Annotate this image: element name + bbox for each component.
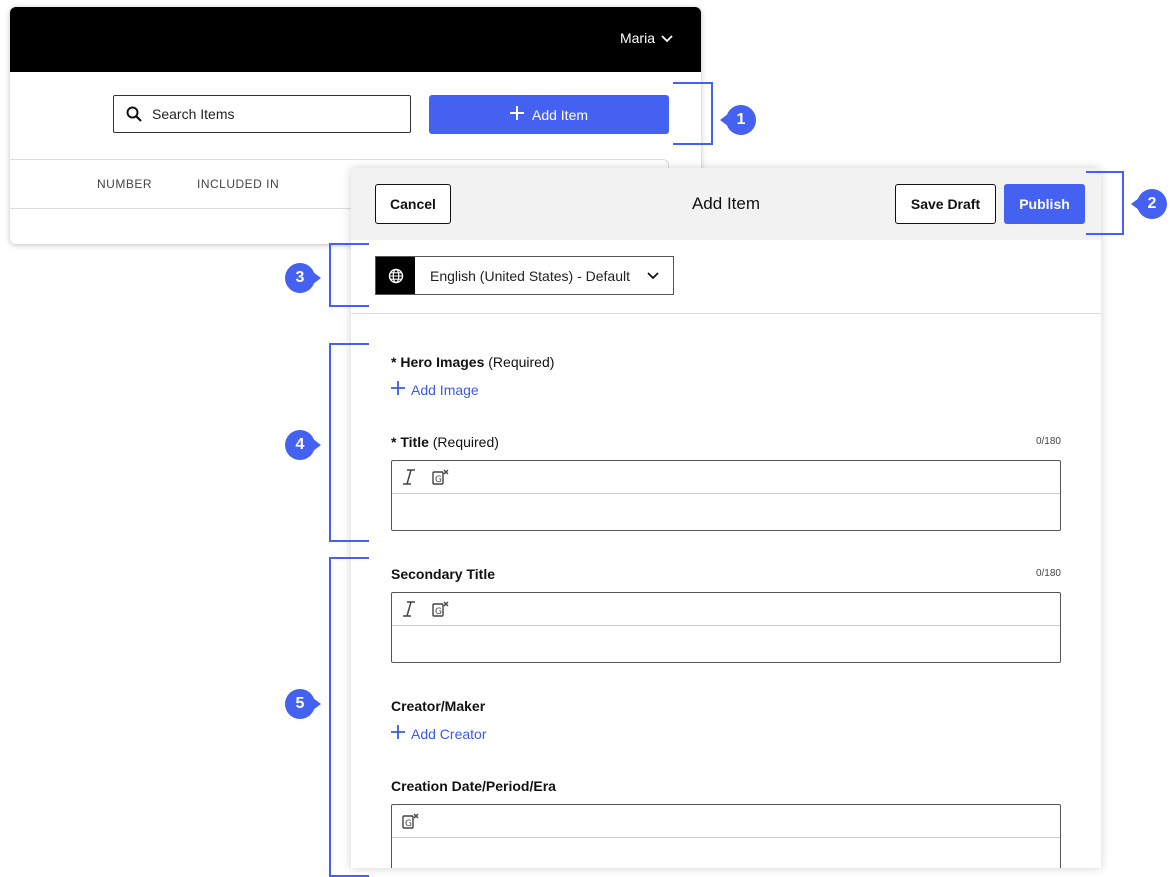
secondary-title-editor[interactable]: G (391, 592, 1061, 663)
search-placeholder: Search Items (152, 106, 235, 122)
chevron-down-icon (647, 271, 659, 280)
italic-icon[interactable] (402, 469, 416, 485)
globe-icon (376, 257, 415, 294)
editor-toolbar: G (392, 593, 1060, 626)
secondary-title-char-counter: 0/180 (1035, 568, 1061, 579)
add-item-button[interactable]: Add Item (429, 95, 669, 134)
title-char-counter: 0/180 (1035, 436, 1061, 447)
publish-button[interactable]: Publish (1004, 184, 1085, 224)
column-included-in[interactable]: INCLUDED IN (197, 177, 279, 191)
save-draft-button[interactable]: Save Draft (895, 184, 996, 224)
search-input[interactable]: Search Items (113, 95, 411, 133)
required-note: (Required) (488, 354, 555, 370)
title-label: * Title (Required) (391, 434, 499, 450)
clear-format-icon[interactable]: G (402, 813, 420, 829)
callout-badge-2: 2 (1131, 189, 1167, 219)
svg-text:G: G (435, 475, 442, 485)
add-image-label: Add Image (411, 381, 479, 398)
editor-toolbar: G (392, 461, 1060, 494)
callout-bracket-5 (329, 557, 369, 877)
creation-date-editor[interactable]: G (391, 804, 1061, 868)
search-icon (126, 106, 142, 122)
callout-badge-4: 4 (285, 430, 321, 460)
add-image-link[interactable]: Add Image (391, 381, 479, 398)
italic-icon[interactable] (402, 601, 416, 617)
callout-bracket-1 (673, 82, 713, 145)
top-bar: Maria (10, 7, 701, 72)
plus-icon (391, 381, 405, 398)
svg-text:G: G (405, 819, 412, 829)
clear-format-icon[interactable]: G (432, 469, 450, 485)
add-creator-link[interactable]: Add Creator (391, 725, 486, 742)
plus-icon (509, 106, 524, 123)
add-item-label: Add Item (531, 106, 589, 123)
clear-format-icon[interactable]: G (432, 601, 450, 617)
language-value: English (United States) - Default (430, 267, 630, 284)
language-select[interactable]: English (United States) - Default (375, 256, 674, 295)
user-menu[interactable]: Maria (620, 30, 673, 46)
title-label-text: * Title (391, 434, 429, 450)
add-item-panel: Cancel Add Item Save Draft Publish Engli… (351, 168, 1101, 868)
creator-label: Creator/Maker (391, 698, 486, 714)
add-creator-label: Add Creator (411, 725, 487, 742)
creation-date-label: Creation Date/Period/Era (391, 778, 556, 794)
secondary-title-label: Secondary Title (391, 566, 496, 582)
panel-header: Cancel Add Item Save Draft Publish (351, 168, 1101, 240)
chevron-down-icon (661, 30, 673, 46)
callout-badge-3: 3 (285, 263, 321, 293)
user-name: Maria (619, 30, 655, 46)
hero-images-label-text: * Hero Images (391, 354, 485, 370)
title-editor[interactable]: G (391, 460, 1061, 531)
language-row: English (United States) - Default (351, 240, 1101, 314)
callout-badge-1: 1 (720, 105, 756, 135)
required-note: (Required) (432, 434, 499, 450)
hero-images-label: * Hero Images (Required) (391, 354, 554, 370)
callout-bracket-2 (1086, 171, 1124, 235)
callout-bracket-3 (329, 243, 369, 307)
plus-icon (391, 725, 405, 742)
column-number[interactable]: NUMBER (97, 177, 152, 191)
svg-text:G: G (435, 607, 442, 617)
callout-bracket-4 (329, 343, 369, 542)
callout-badge-5: 5 (285, 689, 321, 719)
editor-toolbar: G (392, 805, 1060, 838)
